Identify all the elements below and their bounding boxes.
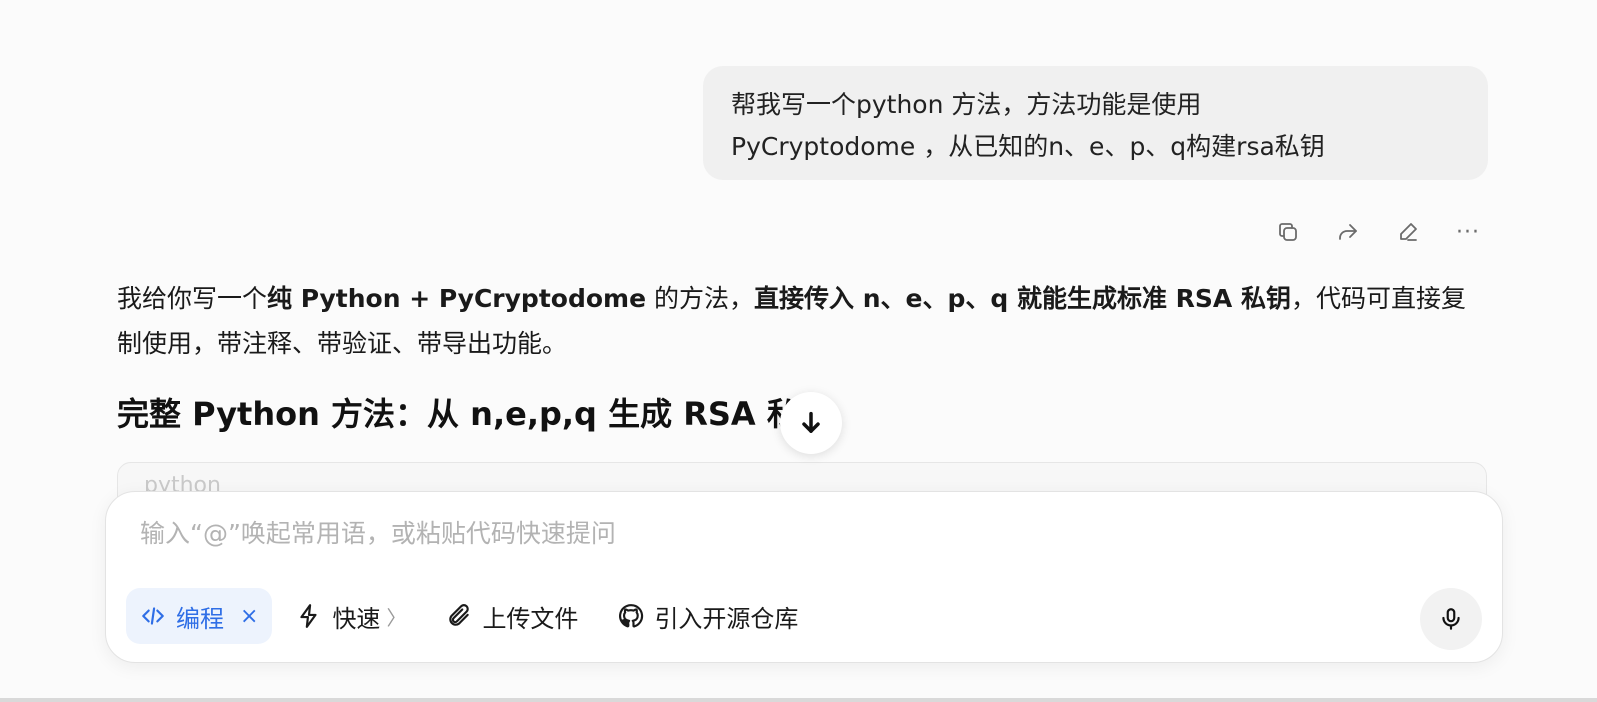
import-repo-button[interactable]: 引入开源仓库 xyxy=(602,588,814,644)
more-icon: ··· xyxy=(1456,219,1480,245)
user-message-line-1: 帮我写一个python 方法，方法功能是使用 xyxy=(731,90,1202,119)
microphone-icon xyxy=(1442,608,1460,630)
answer-bold-1: 纯 Python + PyCryptodome xyxy=(267,284,647,313)
scroll-to-bottom-button[interactable] xyxy=(780,392,842,454)
copy-icon xyxy=(1279,223,1297,241)
arrow-down-icon xyxy=(802,411,820,433)
more-button[interactable]: ··· xyxy=(1450,214,1486,250)
user-message-line-2: PyCryptodome ，从已知的n、e、p、q构建rsa私钥 xyxy=(731,132,1325,161)
lightning-icon xyxy=(300,604,318,628)
copy-button[interactable] xyxy=(1270,214,1306,250)
answer-text-2: 的方法， xyxy=(646,284,754,313)
composer: 编程 × 快速 〉 上传文件 引入开源仓库 xyxy=(105,491,1503,663)
answer-bold-2: 直接传入 n、e、p、q 就能生成标准 RSA 私钥 xyxy=(754,284,1291,313)
message-actions: ··· xyxy=(1270,214,1486,250)
answer-paragraph: 我给你写一个纯 Python + PyCryptodome 的方法，直接传入 n… xyxy=(117,276,1487,366)
edit-icon xyxy=(1400,223,1417,241)
share-button[interactable] xyxy=(1330,214,1366,250)
voice-input-button[interactable] xyxy=(1420,588,1482,650)
answer-text-1: 我给你写一个 xyxy=(117,284,268,313)
edit-button[interactable] xyxy=(1390,214,1426,250)
close-icon[interactable]: × xyxy=(240,604,258,629)
upload-file-button[interactable]: 上传文件 xyxy=(430,588,594,644)
prompt-input[interactable] xyxy=(138,510,1442,556)
code-icon xyxy=(142,607,164,625)
speed-label: 快速 xyxy=(332,604,381,633)
mode-chip-label: 编程 xyxy=(176,604,224,633)
share-icon xyxy=(1339,224,1357,240)
window-bottom-edge xyxy=(0,698,1597,702)
import-repo-label: 引入开源仓库 xyxy=(654,604,799,633)
composer-tools: 编程 × 快速 〉 上传文件 引入开源仓库 xyxy=(126,588,814,644)
speed-selector[interactable]: 快速 〉 xyxy=(280,588,422,644)
paperclip-icon xyxy=(449,604,470,626)
upload-file-label: 上传文件 xyxy=(482,604,579,633)
mode-chip-coding[interactable]: 编程 × xyxy=(126,588,273,644)
github-icon xyxy=(619,604,644,628)
answer-heading: 完整 Python 方法：从 n,e,p,q 生成 RSA 私钥 xyxy=(117,395,831,433)
user-message-bubble: 帮我写一个python 方法，方法功能是使用 PyCryptodome ，从已知… xyxy=(703,66,1488,180)
chevron-right-icon: 〉 xyxy=(386,605,407,630)
